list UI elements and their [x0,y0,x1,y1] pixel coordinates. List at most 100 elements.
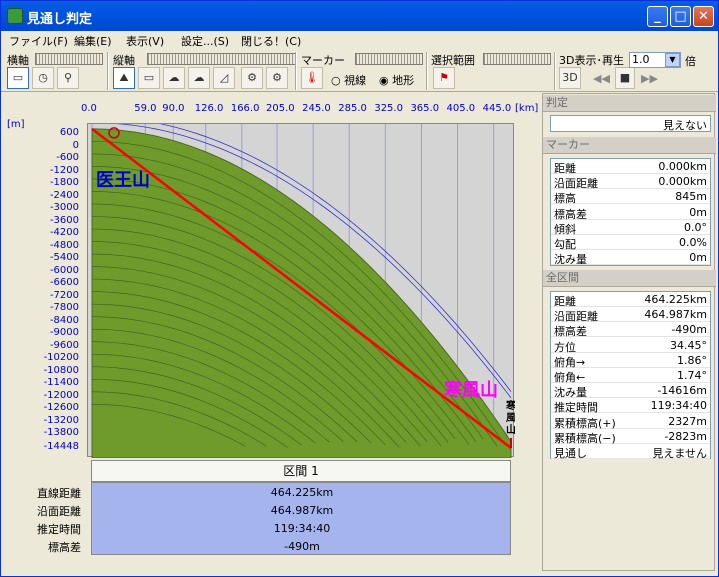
menu-file[interactable]: ファイル(F) [9,33,68,49]
y-tick-label: -12600 [43,402,79,414]
x-unit: [km] [515,103,539,114]
x-tick-label: 90.0 [162,103,185,114]
forward-icon[interactable]: ▶▶ [641,72,658,85]
end-label-vertical: 寒 [505,399,515,412]
all-row: 方位 34.45° [551,338,710,354]
x-tick-label: 405.0 [446,103,476,114]
y-tick-label: -6000 [49,264,79,276]
main-window: 見通し判定 _ □ ✕ ファイル(F) 編集(E) 表示(V) 設定...(S)… [0,0,719,577]
all-row: 俯角→ 1.86° [551,353,710,369]
x-tick-label: 59.0 [134,103,157,114]
y-tick-label: -3600 [49,214,79,226]
gear-tool[interactable]: ⚙ [241,67,263,89]
all-value: 1.74° [677,369,707,382]
marker-key: 沈み量 [554,253,587,267]
marker-value: 845m [675,190,707,204]
y-tick-label: -4200 [49,227,79,239]
mountain-tool[interactable]: ⛰ [113,67,135,89]
slope-tool[interactable]: ◿ [213,67,235,89]
walker-tool[interactable]: ⚲ [57,67,79,89]
marker-box: 距離 0.000km 沿面距離 0.000km 標高 845m 標高差 0m 傾斜 0.0° 勾配 0… [550,158,711,266]
speed-dropdown-icon[interactable]: ▼ [665,53,680,67]
end-label: 寒風山 [443,379,498,401]
close-button[interactable]: ✕ [693,6,714,27]
range-label: 選択範囲 [431,54,475,67]
marker-row: 勾配 0.0% [551,235,710,251]
menu-view[interactable]: 表示(V) [126,33,164,49]
all-box: 距離 464.225km 沿面距離 464.987km 標高差 -490m 方位 34.45°… [550,291,711,460]
tate-slider[interactable] [147,53,297,65]
section-values: 464.225km 464.987km 119:34:40 -490m [91,482,511,555]
x-tick-label: 245.0 [302,103,331,114]
all-row: 標高差 -490m [551,322,710,338]
all-row: 累積標高(+) 2327m [551,414,710,430]
label-hyoukousa: 標高差 [48,541,81,554]
marker-value: 0.000km [658,175,707,189]
view3d-icon[interactable]: 3D [559,67,581,89]
all-value: 464.225km [644,293,707,306]
rewind-icon[interactable]: ◀◀ [593,72,610,85]
maximize-button[interactable]: □ [670,6,691,27]
y-tick-label: -5400 [49,252,79,264]
yoko-slider[interactable] [35,53,103,65]
profile-svg: 医王山寒風山寒風山 [91,115,517,459]
y-tick-label: -6600 [49,277,79,289]
x-tick-label: 325.0 [374,103,403,114]
marker-value: 0m [689,251,707,265]
y-tick-label: -13200 [43,414,79,426]
ruler-h-tool[interactable]: ▭ [7,67,29,89]
all-value: 119:34:40 [650,399,707,413]
y-tick-label: 600 [59,127,79,138]
y-tick-label: -4800 [49,239,79,251]
all-row: 推定時間 119:34:40 [551,398,710,414]
marker-row: 傾斜 0.0° [551,220,710,236]
tate-label: 縦軸 [113,54,135,67]
toolbar: 横軸 ▭ ◷ ⚲ 縦軸 ⛰ ▭ ☁ ☁ ◿ ⚙ ⚙ マーカー 🌡 ○ 視線 ◉ … [1,50,718,92]
value-suitei: 119:34:40 [273,522,331,535]
marker-value: 0.0% [679,236,707,249]
section-header[interactable]: 区間 1 [91,460,511,482]
cloud2-tool[interactable]: ☁ [188,67,210,89]
label-suitei: 推定時間 [37,523,81,536]
all-row: 沈み量 -14616m [551,383,710,399]
menu-edit[interactable]: 編集(E) [74,33,112,49]
y-tick-label: -10200 [43,352,79,364]
menu-settings[interactable]: 設定...(S) [181,33,229,49]
radio-chikei[interactable]: ◉ 地形 [379,72,414,88]
title-bar: 見通し判定 _ □ ✕ [1,1,718,31]
section-labels: 直線距離 沿面距離 推定時間 標高差 [1,482,86,562]
stop-icon[interactable]: ■ [615,67,635,89]
hantei-box: 見えない [550,115,711,132]
minimize-button[interactable]: _ [647,6,668,27]
x-tick-label: 166.0 [230,103,260,114]
value-hyoukousa: -490m [284,540,320,553]
value-chokusen: 464.225km [270,486,334,499]
value-enmen: 464.987km [270,504,334,517]
radio-shisen[interactable]: ○ 視線 [331,72,366,88]
all-value: 34.45° [670,338,707,352]
all-section-title: 全区間 [543,270,716,287]
all-value: -14616m [657,384,707,398]
gear2-tool[interactable]: ⚙ [266,67,288,89]
marker-row: 標高差 0m [551,205,710,221]
all-key: 見通し [554,447,587,460]
all-row: 沿面距離 464.987km [551,307,710,323]
profile-chart[interactable]: 医王山 寒風山寒風山 [87,115,517,459]
menu-close[interactable]: 閉じる！(C) [241,33,301,49]
pin-icon[interactable]: ⚑ [433,67,455,89]
range-slider[interactable] [483,53,551,65]
clock-tool[interactable]: ◷ [32,67,54,89]
thermometer-icon[interactable]: 🌡 [301,67,323,89]
marker-row: 距離 0.000km [551,159,710,175]
x-tick-label: 126.0 [194,103,224,114]
ruler-v-tool[interactable]: ▭ [138,67,160,89]
all-value: -2823m [664,429,707,443]
end-label-vertical: 山 [506,423,515,436]
y-tick-label: -2400 [49,189,79,201]
start-label: 医王山 [96,170,150,191]
cloud1-tool[interactable]: ☁ [163,67,185,89]
app-icon [7,8,23,24]
marker-slider[interactable] [355,53,423,65]
x-tick-label: 285.0 [338,103,367,114]
marker-row: 標高 845m [551,189,710,205]
